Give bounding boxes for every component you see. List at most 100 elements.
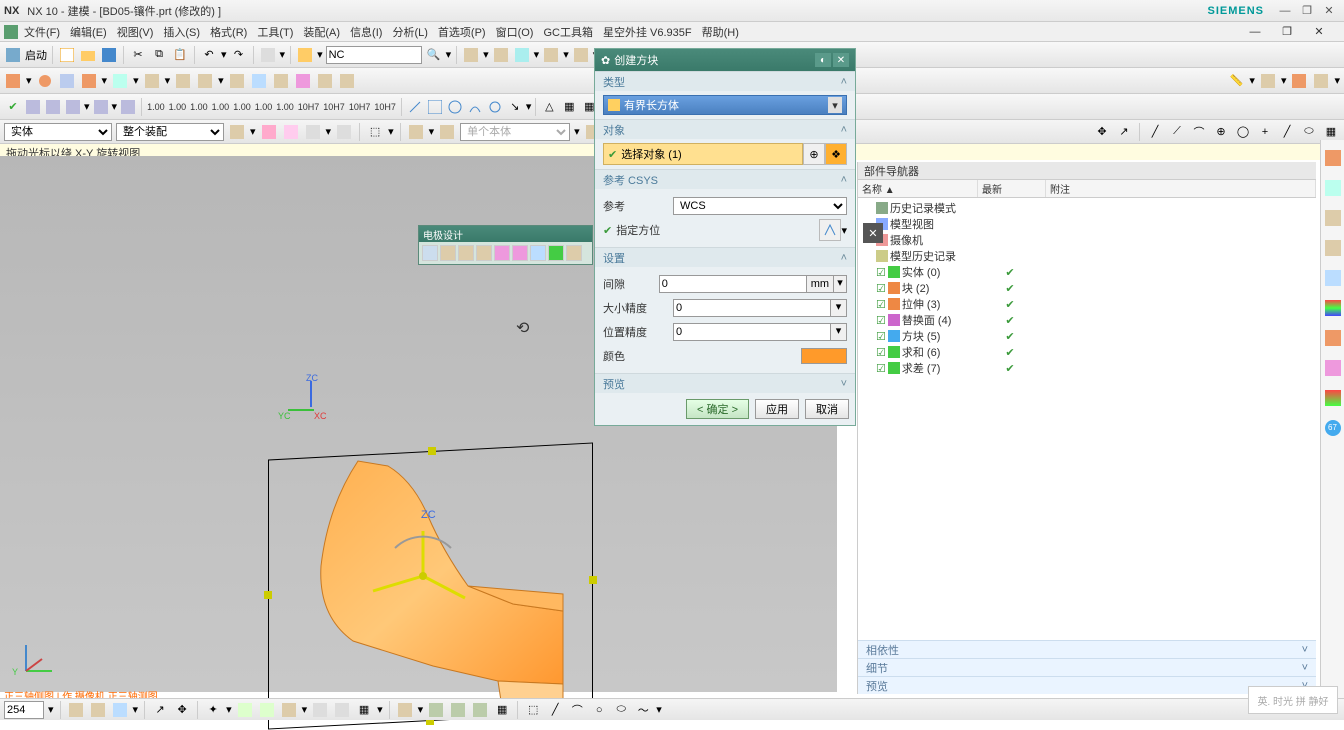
- body-filter[interactable]: 单个本体: [460, 123, 570, 141]
- shell-icon[interactable]: [143, 72, 161, 90]
- sk4-icon[interactable]: [466, 98, 484, 116]
- section-type[interactable]: 类型˄: [595, 71, 855, 91]
- start-button[interactable]: [4, 46, 22, 64]
- rb-7-icon[interactable]: [1325, 330, 1341, 346]
- tree-row[interactable]: ☑拉伸 (3)✔: [860, 296, 1314, 312]
- gap-unit[interactable]: mm: [807, 275, 834, 293]
- sb-7-icon[interactable]: [236, 701, 254, 719]
- menu-edit[interactable]: 编辑(E): [70, 24, 107, 40]
- box5-icon[interactable]: [572, 46, 590, 64]
- menu-analysis[interactable]: 分析(L): [392, 24, 427, 40]
- rb-8-icon[interactable]: [1325, 360, 1341, 376]
- num-7[interactable]: 1.00: [275, 102, 295, 112]
- sk2-icon[interactable]: [426, 98, 444, 116]
- num-9[interactable]: 10H7: [322, 102, 346, 112]
- d5-icon[interactable]: [119, 98, 137, 116]
- sb-23-icon[interactable]: ～: [634, 701, 652, 719]
- measure-icon[interactable]: 📏: [1227, 72, 1245, 90]
- mdi-min-button[interactable]: —: [1244, 24, 1266, 40]
- num-5[interactable]: 1.00: [232, 102, 252, 112]
- sb-2-icon[interactable]: [89, 701, 107, 719]
- sb-1-icon[interactable]: [67, 701, 85, 719]
- save-icon[interactable]: [100, 46, 118, 64]
- snap10-icon[interactable]: ⬭: [1300, 123, 1318, 141]
- section-settings[interactable]: 设置˄: [595, 247, 855, 267]
- tree-row[interactable]: ☑块 (2)✔: [860, 280, 1314, 296]
- snap1-icon[interactable]: ✥: [1093, 123, 1111, 141]
- minimize-button[interactable]: —: [1274, 3, 1296, 19]
- et-1-icon[interactable]: [422, 245, 438, 261]
- type-select[interactable]: 有界长方体 ▾: [603, 95, 847, 115]
- menu-prefs[interactable]: 首选项(P): [438, 24, 486, 40]
- f2-icon[interactable]: [260, 123, 278, 141]
- start-label[interactable]: 启动: [25, 47, 47, 63]
- box3-icon[interactable]: [513, 46, 531, 64]
- sb-16-icon[interactable]: [471, 701, 489, 719]
- command-finder[interactable]: [326, 46, 422, 64]
- dialog-close-button[interactable]: ✕: [833, 53, 849, 67]
- section-object[interactable]: 对象˄: [595, 119, 855, 139]
- panel-close-button[interactable]: ✕: [863, 223, 883, 243]
- extrude-icon[interactable]: [4, 72, 22, 90]
- num-4[interactable]: 1.00: [211, 102, 231, 112]
- num-1[interactable]: 1.00: [146, 102, 166, 112]
- sb-15-icon[interactable]: [449, 701, 467, 719]
- f4-icon[interactable]: [304, 123, 322, 141]
- undo-icon[interactable]: ↶: [200, 46, 218, 64]
- tree-row[interactable]: 摄像机: [860, 232, 1314, 248]
- box4-icon[interactable]: [542, 46, 560, 64]
- num-2[interactable]: 1.00: [168, 102, 188, 112]
- tree-row[interactable]: ☑方块 (5)✔: [860, 328, 1314, 344]
- sb-12-icon[interactable]: ▦: [355, 701, 373, 719]
- orient-button[interactable]: [819, 219, 841, 241]
- draft-icon[interactable]: [174, 72, 192, 90]
- gap-input[interactable]: [659, 275, 807, 293]
- sb-6-icon[interactable]: ✦: [204, 701, 222, 719]
- et-8-icon[interactable]: [548, 245, 564, 261]
- f3-icon[interactable]: [282, 123, 300, 141]
- snap6-icon[interactable]: ⊕: [1212, 123, 1230, 141]
- sb-3-icon[interactable]: [111, 701, 129, 719]
- restore-button[interactable]: ❐: [1296, 3, 1318, 19]
- close-button[interactable]: ✕: [1318, 3, 1340, 19]
- tri-icon[interactable]: △: [540, 98, 558, 116]
- mdi-close-button[interactable]: ✕: [1308, 24, 1330, 40]
- d3-icon[interactable]: [64, 98, 82, 116]
- sb-17-icon[interactable]: ▦: [493, 701, 511, 719]
- sb-8-icon[interactable]: [258, 701, 276, 719]
- sb-13-icon[interactable]: [396, 701, 414, 719]
- snap7-icon[interactable]: ◯: [1234, 123, 1252, 141]
- tree-row[interactable]: ☑替换面 (4)✔: [860, 312, 1314, 328]
- acc-detail[interactable]: 细节˅: [858, 658, 1316, 676]
- sk3-icon[interactable]: [446, 98, 464, 116]
- sb-10-icon[interactable]: [311, 701, 329, 719]
- select-highlight-button[interactable]: ❖: [825, 143, 847, 165]
- move-icon[interactable]: [272, 72, 290, 90]
- sb-21-icon[interactable]: ○: [590, 701, 608, 719]
- sk1-icon[interactable]: [406, 98, 424, 116]
- menu-plugin[interactable]: 星空外挂 V6.935F: [603, 24, 692, 40]
- box-icon[interactable]: [462, 46, 480, 64]
- grid-icon[interactable]: ▦: [560, 98, 578, 116]
- apply-button[interactable]: 应用: [755, 399, 799, 419]
- menu-gc[interactable]: GC工具箱: [543, 24, 593, 40]
- snap9-icon[interactable]: ╱: [1278, 123, 1296, 141]
- f7-icon[interactable]: [407, 123, 425, 141]
- num-8[interactable]: 10H7: [297, 102, 321, 112]
- search-icon[interactable]: 🔍: [425, 46, 443, 64]
- pos-input[interactable]: [673, 323, 831, 341]
- rb-1-icon[interactable]: [1325, 150, 1341, 166]
- replace-icon[interactable]: [294, 72, 312, 90]
- ok-button[interactable]: < 确定 >: [686, 399, 749, 419]
- cut-icon[interactable]: ✂: [129, 46, 147, 64]
- cmd-drop[interactable]: ▾: [280, 48, 286, 61]
- tree-row[interactable]: ☑求和 (6)✔: [860, 344, 1314, 360]
- menu-window[interactable]: 窗口(O): [496, 24, 534, 40]
- rb-9-icon[interactable]: [1325, 390, 1341, 406]
- sb-19-icon[interactable]: ╱: [546, 701, 564, 719]
- col-latest[interactable]: 最新: [978, 180, 1046, 197]
- analyze-icon[interactable]: [1259, 72, 1277, 90]
- sb-9-icon[interactable]: [280, 701, 298, 719]
- snap2-icon[interactable]: ↗: [1115, 123, 1133, 141]
- resize-icon[interactable]: [338, 72, 356, 90]
